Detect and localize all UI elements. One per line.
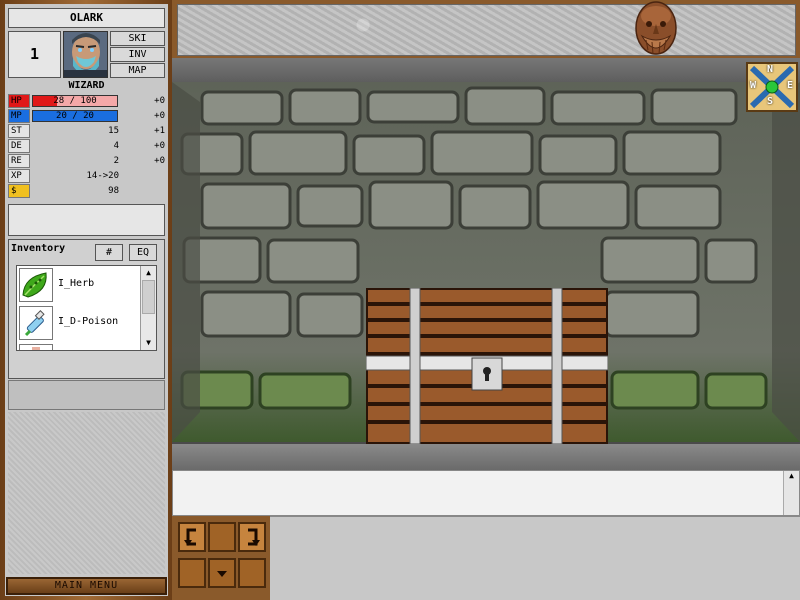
ceiling xyxy=(172,58,800,82)
character-level: 1 xyxy=(8,31,61,78)
st-value: 15 xyxy=(108,126,119,136)
inventory-sort-button[interactable]: # xyxy=(95,244,123,261)
inventory-item[interactable] xyxy=(17,342,141,350)
scroll-thumb[interactable] xyxy=(142,280,155,314)
re-label: RE xyxy=(8,154,30,168)
xp-value: 14->20 xyxy=(86,171,119,181)
bottom-panel xyxy=(270,516,800,600)
treasure-chest[interactable] xyxy=(366,288,608,444)
scroll-up-icon[interactable]: ▲ xyxy=(784,471,799,480)
hp-bar: 28 / 100 xyxy=(32,95,118,107)
xp-label: XP xyxy=(8,169,30,183)
status-box xyxy=(8,204,165,236)
re-row: RE 2 +0 xyxy=(8,154,165,168)
st-mod: +1 xyxy=(154,126,165,136)
character-portrait[interactable] xyxy=(63,31,108,78)
character-sidebar: OLARK 1 SKI INV MAP WIZARD HP 28 / 100 +… xyxy=(0,0,172,600)
inventory-item-name: I_Herb xyxy=(58,278,95,289)
de-label: DE xyxy=(8,139,30,153)
mp-label: MP xyxy=(8,109,30,123)
inventory-list[interactable]: I_Herb I_D-Poison ▲ ▼ xyxy=(16,265,157,351)
message-log[interactable]: ▲ xyxy=(172,470,800,516)
mp-row: MP 20 / 20 +0 xyxy=(8,109,165,123)
compass-south: S xyxy=(767,96,774,107)
move-back-button[interactable] xyxy=(208,558,236,588)
sidebar-lower-panel xyxy=(8,412,165,574)
character-name: OLARK xyxy=(8,8,165,28)
inventory-item[interactable]: I_D-Poison xyxy=(17,304,141,342)
gold-value: 98 xyxy=(108,186,119,196)
hp-value: 28 / 100 xyxy=(53,96,97,106)
equipment-button[interactable]: EQ xyxy=(129,244,157,261)
scroll-down-icon[interactable]: ▼ xyxy=(141,336,156,350)
move-forward-button[interactable] xyxy=(208,522,236,552)
turn-left-button[interactable] xyxy=(178,522,206,552)
inventory-panel: Inventory # EQ I_Herb I_D-Poison ▲ ▼ xyxy=(8,239,165,379)
strafe-left-button[interactable] xyxy=(178,558,206,588)
strafe-right-button[interactable] xyxy=(238,558,266,588)
carved-head-icon xyxy=(635,1,677,55)
skills-button[interactable]: SKI xyxy=(110,31,165,46)
compass-east: E xyxy=(787,80,794,91)
xp-row: XP 14->20 xyxy=(8,169,165,183)
scroll-up-icon[interactable]: ▲ xyxy=(141,266,156,280)
hp-row: HP 28 / 100 +0 xyxy=(8,94,165,108)
mp-mod: +0 xyxy=(154,111,165,121)
compass-north: N xyxy=(767,64,774,75)
top-banner-panel xyxy=(177,4,796,56)
inventory-button[interactable]: INV xyxy=(110,47,165,62)
message-log-scrollbar[interactable]: ▲ xyxy=(783,471,799,515)
compass-west: W xyxy=(750,80,757,91)
re-mod: +0 xyxy=(154,156,165,166)
turn-right-icon xyxy=(248,528,260,546)
inventory-title: Inventory xyxy=(11,243,66,254)
map-button[interactable]: MAP xyxy=(110,63,165,78)
gold-row: $ 98 xyxy=(8,184,165,198)
floor xyxy=(172,444,800,470)
de-row: DE 4 +0 xyxy=(8,139,165,153)
st-label: ST xyxy=(8,124,30,138)
inventory-item[interactable]: I_Herb xyxy=(17,266,141,304)
compass[interactable]: N E S W xyxy=(746,62,798,112)
hp-label: HP xyxy=(8,94,30,108)
potion-vial-icon xyxy=(19,306,53,340)
arrow-down-icon xyxy=(217,571,227,577)
item-icon xyxy=(19,344,53,350)
de-mod: +0 xyxy=(154,141,165,151)
inventory-item-name: I_D-Poison xyxy=(58,316,119,327)
turn-left-icon xyxy=(184,528,196,546)
de-value: 4 xyxy=(113,141,119,151)
st-row: ST 15 +1 xyxy=(8,124,165,138)
movement-controls xyxy=(172,516,270,600)
green-leaf-icon xyxy=(19,268,53,302)
hp-mod: +0 xyxy=(154,96,165,106)
re-value: 2 xyxy=(113,156,119,166)
mp-value: 20 / 20 xyxy=(56,111,94,121)
character-class: WIZARD xyxy=(68,80,105,91)
inventory-scrollbar[interactable]: ▲ ▼ xyxy=(140,266,156,350)
turn-right-button[interactable] xyxy=(238,522,266,552)
bearded-man-portrait-icon xyxy=(64,32,107,77)
inventory-footer xyxy=(8,380,165,410)
main-menu-button[interactable]: MAIN MENU xyxy=(6,577,167,595)
mp-bar: 20 / 20 xyxy=(32,110,118,122)
gold-label: $ xyxy=(8,184,30,198)
top-banner xyxy=(172,0,800,62)
dungeon-view[interactable]: N E S W xyxy=(172,58,800,470)
